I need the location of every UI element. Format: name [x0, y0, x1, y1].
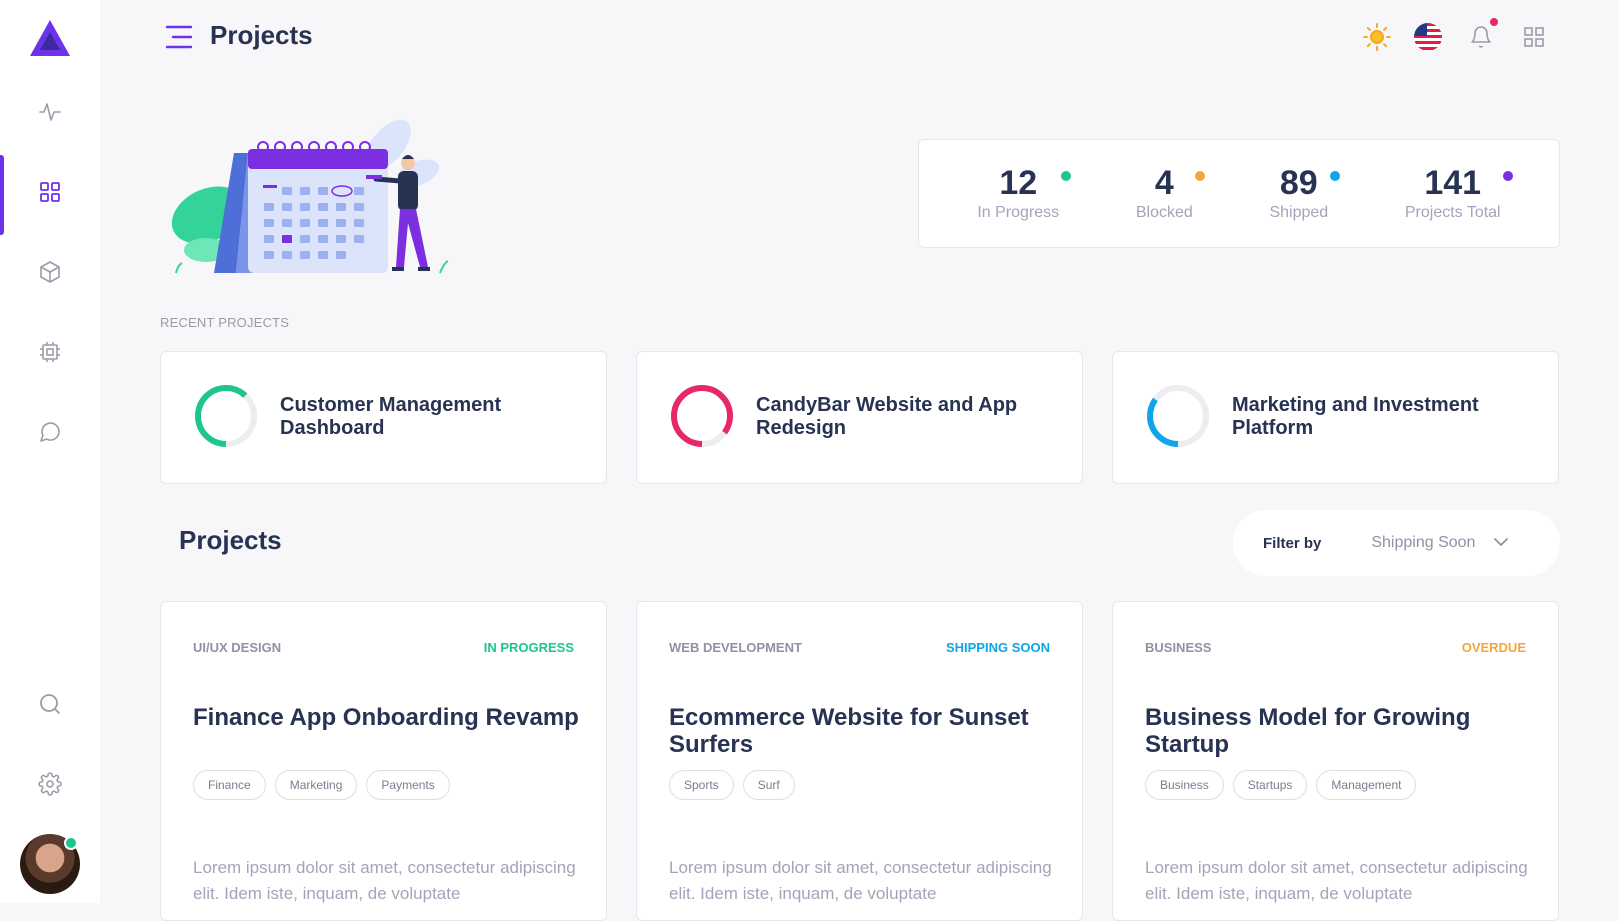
tag-chip[interactable]: Marketing [274, 770, 358, 800]
bell-icon[interactable] [1466, 22, 1496, 52]
recent-project-title: Customer Management Dashboard [280, 394, 502, 439]
stat-status-dot [1194, 170, 1205, 181]
project-card[interactable]: UI/UX DESIGN IN PROGRESS Finance App Onboa… [160, 601, 607, 921]
tag-chip[interactable]: Startups [1232, 770, 1308, 800]
grid-icon[interactable] [36, 178, 64, 206]
stat-status-dot [1502, 170, 1513, 181]
tag-chip[interactable]: Sports [669, 770, 734, 800]
chat-icon[interactable] [36, 418, 64, 446]
project-title: Finance App Onboarding Revamp [193, 704, 579, 731]
projects-heading: Projects [179, 525, 282, 555]
chevron-down-icon [1493, 534, 1509, 552]
sidebar-active-indicator [0, 155, 4, 235]
stat-value: 4 [1154, 163, 1174, 202]
stats-summary-card: 12 In Progress 4 Blocked 89 Shipped 141 Project… [918, 139, 1560, 248]
recent-project-card[interactable]: Marketing and Investment Platform [1112, 351, 1559, 484]
project-card[interactable]: WEB DEVELOPMENT SHIPPING SOON Ecommerce We… [636, 601, 1083, 921]
progress-ring [1147, 385, 1209, 447]
sun-icon[interactable] [1362, 22, 1392, 52]
stat-item: 4 Blocked [1135, 163, 1205, 222]
stat-item: 141 Projects Total [1404, 163, 1513, 222]
project-status: SHIPPING SOON [945, 640, 1050, 655]
stat-item: 12 In Progress [977, 163, 1072, 222]
stat-label: Blocked [1135, 204, 1193, 222]
settings-icon[interactable] [36, 770, 64, 798]
online-status-dot [64, 836, 78, 850]
tag-chip[interactable]: Payments [366, 770, 450, 800]
progress-ring [195, 385, 257, 447]
stat-value: 12 [999, 163, 1038, 202]
project-title: Business Model for Growing Startup [1145, 704, 1471, 758]
project-card[interactable]: BUSINESS OVERDUE Business Model for Growin… [1112, 601, 1559, 921]
us-flag-icon[interactable] [1413, 22, 1443, 52]
sidebar [0, 0, 100, 903]
cpu-icon[interactable] [36, 338, 64, 366]
stat-item: 89 Shipped [1269, 163, 1341, 222]
tag-chip[interactable]: Business [1145, 770, 1224, 800]
project-category: WEB DEVELOPMENT [669, 640, 802, 655]
tag-chip[interactable]: Finance [193, 770, 266, 800]
stat-value: 141 [1424, 163, 1482, 202]
stat-value: 89 [1279, 163, 1318, 202]
filter-dropdown[interactable]: Filter by Shipping Soon [1233, 510, 1560, 576]
stat-status-dot [1330, 170, 1341, 181]
filter-label: Filter by [1263, 534, 1322, 552]
cube-icon[interactable] [36, 258, 64, 286]
project-description: Lorem ipsum dolor sit amet, consectetur … [669, 858, 1052, 903]
recent-project-card[interactable]: CandyBar Website and App Redesign [636, 351, 1083, 484]
stat-label: Shipped [1269, 204, 1329, 222]
tag-list: Business Startups Management [1145, 770, 1417, 800]
stat-label: In Progress [977, 204, 1060, 222]
tag-list: Sports Surf [669, 770, 795, 800]
calendar-illustration [168, 105, 453, 285]
project-category: UI/UX DESIGN [193, 640, 282, 655]
recent-project-title: CandyBar Website and App Redesign [756, 394, 1018, 439]
recent-project-card[interactable]: Customer Management Dashboard [160, 351, 607, 484]
project-status: IN PROGRESS [483, 640, 574, 655]
tag-list: Finance Marketing Payments [193, 770, 450, 800]
project-category: BUSINESS [1145, 640, 1212, 655]
project-description: Lorem ipsum dolor sit amet, consectetur … [193, 858, 576, 903]
menu-toggle-icon[interactable] [165, 24, 193, 55]
recent-project-title: Marketing and Investment Platform [1232, 394, 1479, 439]
brand-logo-icon[interactable] [28, 18, 72, 63]
apps-grid-icon[interactable] [1519, 22, 1549, 52]
project-status: OVERDUE [1461, 640, 1526, 655]
tag-chip[interactable]: Management [1316, 770, 1417, 800]
project-title: Ecommerce Website for Sunset Surfers [669, 704, 1029, 758]
tag-chip[interactable]: Surf [742, 770, 795, 800]
page-title: Projects [210, 20, 313, 50]
stat-label: Projects Total [1404, 204, 1501, 222]
progress-ring [671, 385, 733, 447]
search-icon[interactable] [36, 690, 64, 718]
notification-dot [1490, 18, 1498, 26]
filter-selected-value: Shipping Soon [1371, 534, 1476, 551]
stat-status-dot [1061, 170, 1072, 181]
project-description: Lorem ipsum dolor sit amet, consectetur … [1145, 858, 1528, 903]
recent-projects-label: RECENT PROJECTS [160, 315, 290, 330]
activity-icon[interactable] [36, 98, 64, 126]
